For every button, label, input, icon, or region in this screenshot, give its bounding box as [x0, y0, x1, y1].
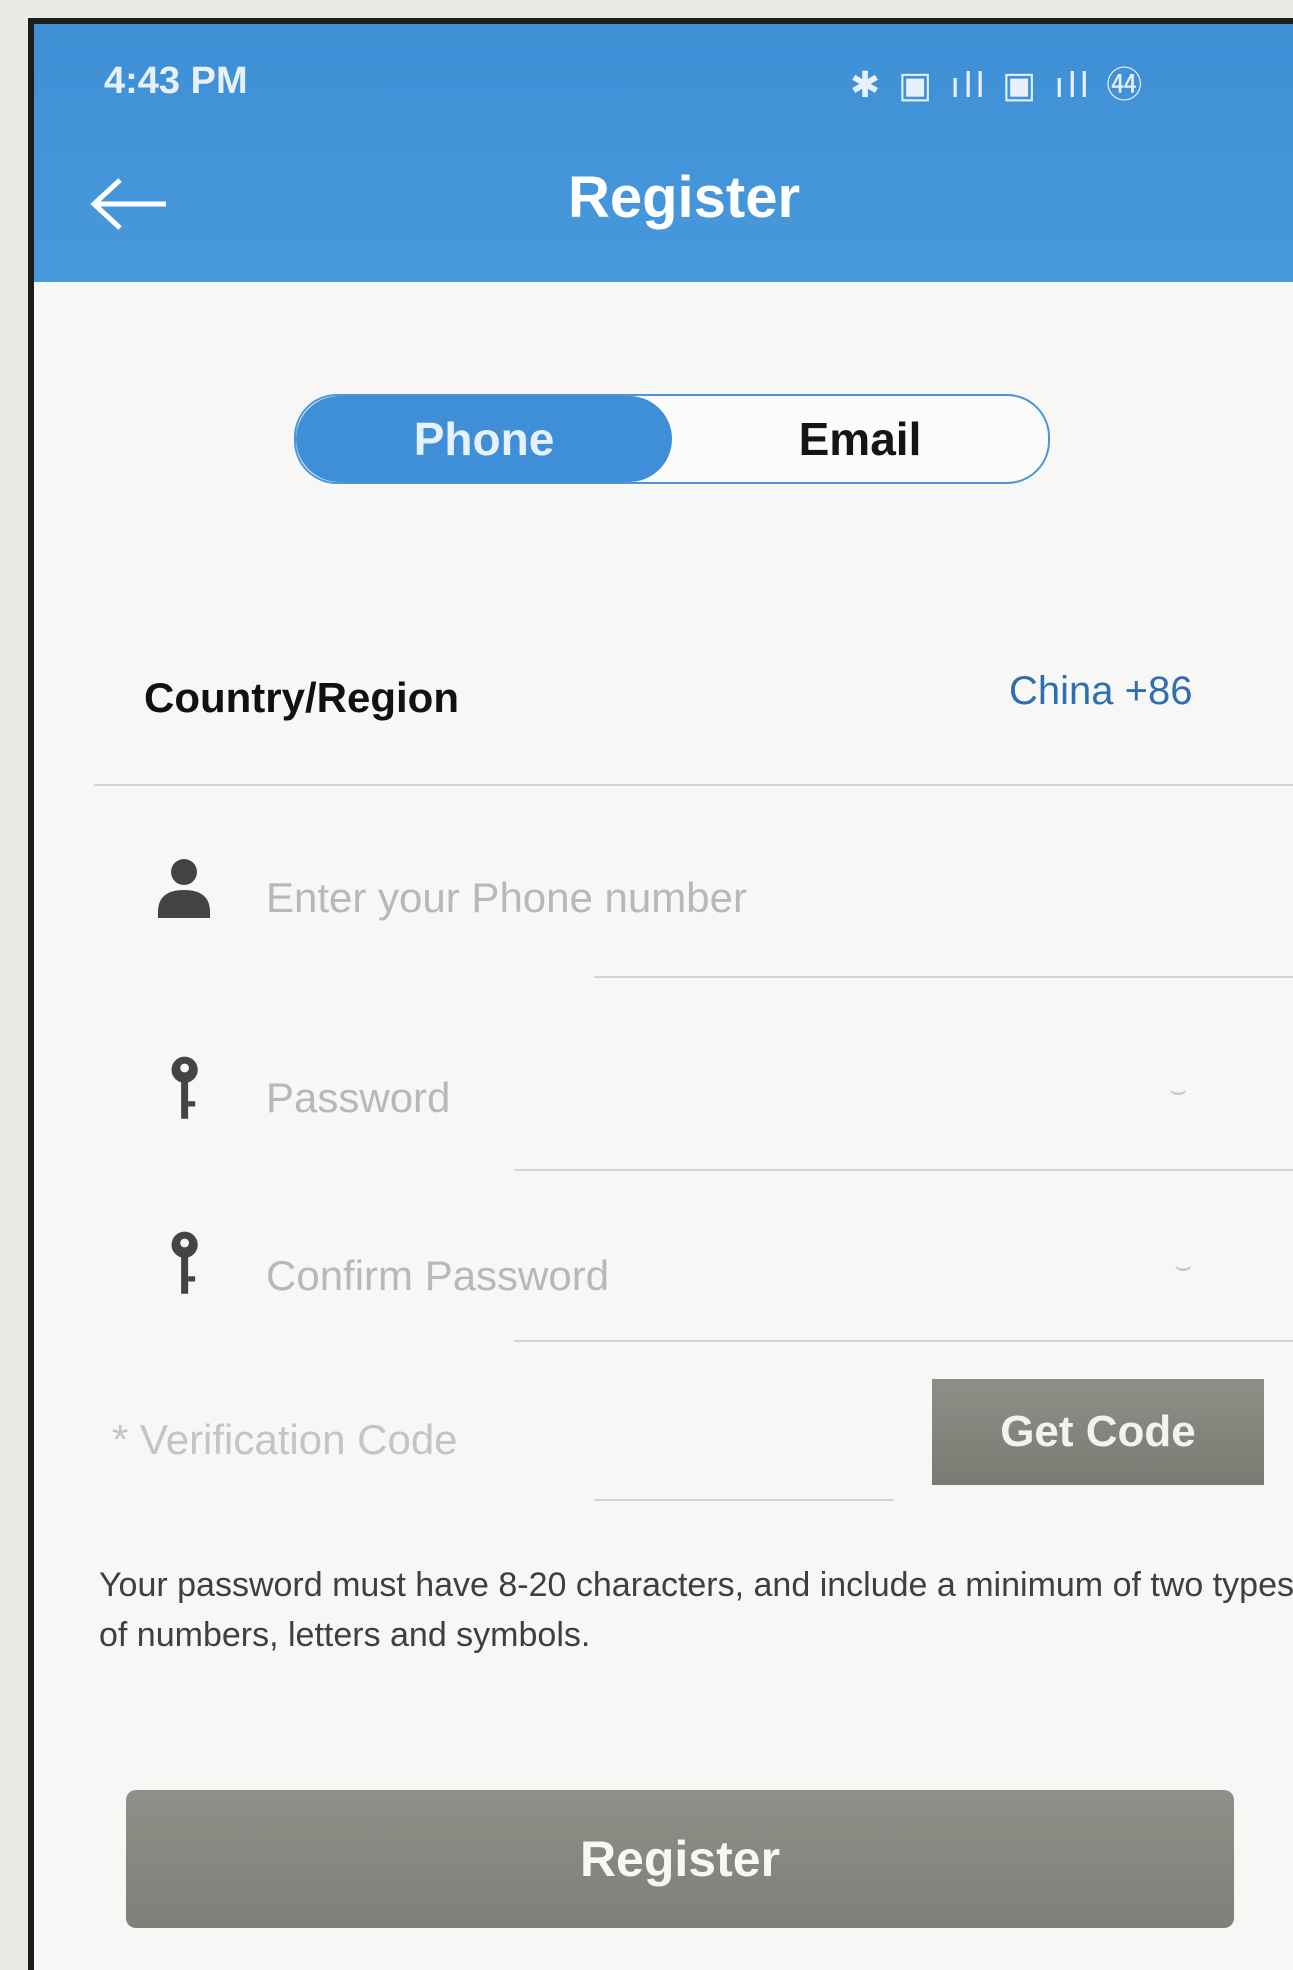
password-hint: Your password must have 8-20 characters,… — [99, 1566, 1293, 1654]
country-region-value[interactable]: China +86 — [1009, 669, 1192, 714]
get-code-button[interactable]: Get Code — [932, 1379, 1264, 1485]
status-time: 4:43 PM — [104, 60, 248, 102]
eye-closed-icon[interactable]: ⌣ — [1169, 1074, 1187, 1107]
country-region-label: Country/Region — [144, 674, 459, 721]
page-title: Register — [567, 165, 801, 230]
divider — [514, 1340, 1293, 1342]
user-icon — [158, 859, 210, 918]
divider — [594, 1499, 894, 1501]
verification-code-input[interactable]: * Verification Code — [112, 1416, 458, 1464]
divider — [514, 1169, 1293, 1171]
phone-screen: 4:43 PM ✱ ▣ ıll ▣ ıll ㊹ Register Phone E… — [28, 18, 1293, 1970]
tab-email[interactable]: Email — [672, 396, 1048, 482]
app-header: 4:43 PM ✱ ▣ ıll ▣ ıll ㊹ Register — [34, 24, 1293, 282]
key-icon — [171, 1231, 198, 1294]
phone-number-input[interactable]: Enter your Phone number — [266, 874, 747, 922]
confirm-password-input[interactable]: Confirm Password — [266, 1252, 609, 1300]
key-icon — [171, 1056, 198, 1119]
register-method-toggle: Phone Email — [294, 394, 1050, 484]
password-input[interactable]: Password — [266, 1074, 450, 1122]
status-icons: ✱ ▣ ıll ▣ ıll ㊹ — [850, 64, 1147, 105]
tab-phone[interactable]: Phone — [296, 396, 672, 482]
divider — [594, 976, 1293, 978]
divider — [94, 784, 1293, 786]
eye-closed-icon[interactable]: ⌣ — [1174, 1250, 1192, 1283]
register-button[interactable]: Register — [126, 1790, 1234, 1928]
